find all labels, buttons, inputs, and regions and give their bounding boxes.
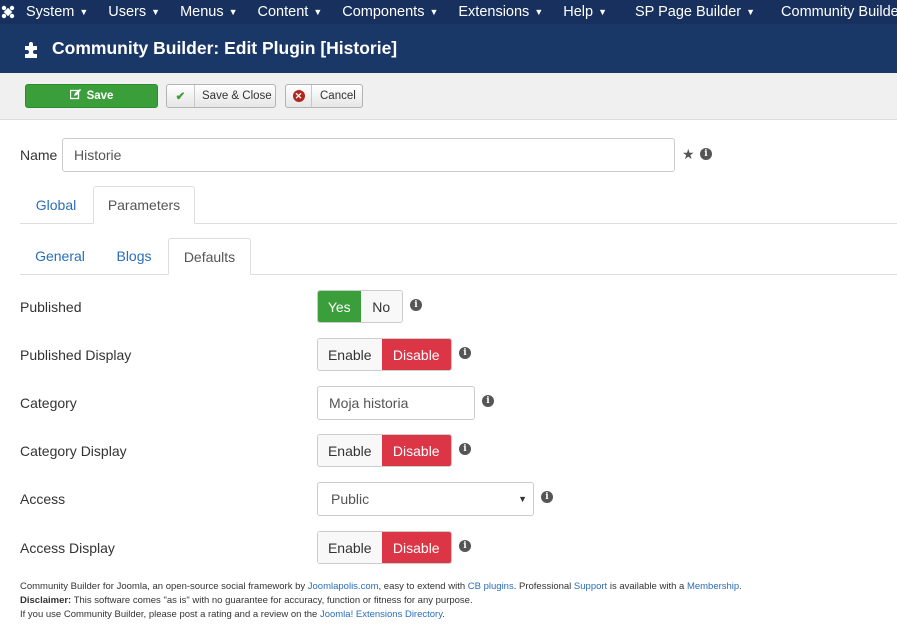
footer-line-2: Disclaimer: This software comes "as is" … xyxy=(20,594,742,608)
menu-sp-page-builder[interactable]: SP Page Builder ▼ xyxy=(617,0,765,24)
menu-label: Help xyxy=(563,4,594,20)
top-navigation: System ▼ Users ▼ Menus ▼ Content ▼ Component… xyxy=(0,0,897,24)
checkmark-icon: ✔ xyxy=(167,85,195,107)
puzzle-piece-icon xyxy=(25,41,37,58)
cancel-icon: ✕ xyxy=(286,85,312,107)
link-joomla-extensions-directory[interactable]: Joomla! Extensions Directory xyxy=(320,609,442,620)
access-display-disable-option[interactable]: Disable xyxy=(381,532,451,563)
published-yes-option[interactable]: Yes xyxy=(318,291,361,322)
disclaimer-text: This software comes "as is" with no guar… xyxy=(71,595,473,606)
category-display-enable-option[interactable]: Enable xyxy=(318,435,382,466)
caret-down-icon: ▼ xyxy=(429,7,439,17)
cancel-label: Cancel xyxy=(320,90,356,102)
menu-label: Menus xyxy=(180,4,224,20)
category-label: Category xyxy=(20,395,77,411)
caret-down-icon: ▼ xyxy=(79,7,89,17)
menu-community-builder[interactable]: Community Builder▼ xyxy=(765,0,897,24)
category-input[interactable] xyxy=(317,386,475,420)
info-icon[interactable]: i xyxy=(459,540,471,552)
menu-label: Extensions xyxy=(458,4,530,20)
footer-line-3: If you use Community Builder, please pos… xyxy=(20,608,742,622)
caret-down-icon: ▼ xyxy=(313,7,323,17)
page-title: Community Builder: Edit Plugin [Historie… xyxy=(52,38,398,58)
star-icon[interactable]: ★ xyxy=(682,146,695,163)
access-display-enable-option[interactable]: Enable xyxy=(318,532,382,563)
link-cb-plugins[interactable]: CB plugins xyxy=(468,581,514,592)
save-label: Save xyxy=(86,90,114,102)
main-tabs: Global Parameters xyxy=(20,186,897,224)
info-icon[interactable]: i xyxy=(700,148,712,160)
menu-system[interactable]: System ▼ xyxy=(16,0,98,24)
toolbar: Save ✔ Save & Close ✕ Cancel xyxy=(0,73,897,120)
footer-text: . Professional xyxy=(513,581,574,592)
category-display-disable-option[interactable]: Disable xyxy=(381,435,451,466)
menu-components[interactable]: Components ▼ xyxy=(332,0,448,24)
link-joomlapolis[interactable]: Joomlapolis.com xyxy=(308,581,379,592)
category-display-label: Category Display xyxy=(20,443,127,459)
menu-label: Content xyxy=(257,4,309,20)
menu-menus[interactable]: Menus ▼ xyxy=(170,0,247,24)
info-icon[interactable]: i xyxy=(410,299,422,311)
save-close-label: Save & Close xyxy=(202,90,272,102)
link-support[interactable]: Support xyxy=(574,581,607,592)
category-display-toggle: Enable Disable xyxy=(317,434,452,467)
tab-blogs[interactable]: Blogs xyxy=(100,238,168,274)
access-display-toggle: Enable Disable xyxy=(317,531,452,564)
access-select[interactable]: Public ▼ xyxy=(317,482,534,516)
footer-text: . xyxy=(739,581,742,592)
name-input[interactable] xyxy=(62,138,675,172)
footer-text: , easy to extend with xyxy=(378,581,468,592)
menu-label: Components xyxy=(342,4,425,20)
info-icon[interactable]: i xyxy=(482,395,494,407)
menu-label: SP Page Builder xyxy=(634,4,742,20)
caret-down-icon: ▼ xyxy=(746,7,756,17)
caret-down-icon: ▼ xyxy=(534,7,544,17)
menu-label: Community Builder xyxy=(781,4,897,20)
save-close-button[interactable]: ✔ Save & Close xyxy=(166,84,276,108)
info-icon[interactable]: i xyxy=(541,491,553,503)
menu-label: System xyxy=(26,4,75,20)
disclaimer-label: Disclaimer: xyxy=(20,595,72,606)
published-display-toggle: Enable Disable xyxy=(317,338,452,371)
title-bar: Community Builder: Edit Plugin [Historie… xyxy=(0,24,897,73)
footer-text: If you use Community Builder, please pos… xyxy=(20,609,320,620)
footer-line-1: Community Builder for Joomla, an open-so… xyxy=(20,580,742,594)
cancel-button[interactable]: ✕ Cancel xyxy=(285,84,363,108)
caret-down-icon: ▼ xyxy=(598,7,607,17)
published-display-disable-option[interactable]: Disable xyxy=(381,339,451,370)
access-display-label: Access Display xyxy=(20,540,115,556)
access-selected-value: Public xyxy=(331,491,370,507)
footer-text: Community Builder for Joomla, an open-so… xyxy=(20,581,308,592)
dropdown-arrow-icon: ▼ xyxy=(518,494,527,504)
link-membership[interactable]: Membership xyxy=(687,581,739,592)
published-label: Published xyxy=(20,299,82,315)
menu-users[interactable]: Users ▼ xyxy=(98,0,170,24)
published-toggle: Yes No xyxy=(317,290,403,323)
info-icon[interactable]: i xyxy=(459,443,471,455)
menu-label: Users xyxy=(108,4,147,20)
tab-general[interactable]: General xyxy=(20,238,100,274)
tab-global[interactable]: Global xyxy=(20,186,92,223)
footer: Community Builder for Joomla, an open-so… xyxy=(20,580,742,622)
info-icon[interactable]: i xyxy=(459,347,471,359)
caret-down-icon: ▼ xyxy=(151,7,161,17)
menu-content[interactable]: Content ▼ xyxy=(248,0,333,24)
access-label: Access xyxy=(20,491,66,507)
save-button[interactable]: Save xyxy=(25,84,158,108)
footer-text: is available with a xyxy=(607,581,687,592)
tab-defaults[interactable]: Defaults xyxy=(168,238,251,275)
menu-help[interactable]: Help ▼ xyxy=(553,0,617,24)
edit-icon xyxy=(69,89,81,103)
name-label: Name xyxy=(20,147,58,163)
caret-down-icon: ▼ xyxy=(228,7,238,17)
menu-extensions[interactable]: Extensions ▼ xyxy=(448,0,553,24)
sub-tabs: General Blogs Defaults xyxy=(20,238,897,275)
footer-text: . xyxy=(442,609,445,620)
published-display-enable-option[interactable]: Enable xyxy=(318,339,382,370)
tab-parameters[interactable]: Parameters xyxy=(93,186,195,224)
published-no-option[interactable]: No xyxy=(360,291,402,322)
published-display-label: Published Display xyxy=(20,347,132,363)
joomla-logo-icon[interactable] xyxy=(0,0,16,24)
